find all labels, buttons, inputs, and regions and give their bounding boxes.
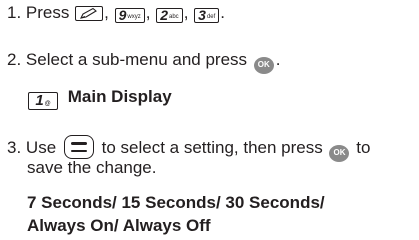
step-3-text-after: to bbox=[356, 138, 371, 157]
ok-button-icon: OK bbox=[253, 56, 274, 74]
ok-button-icon: OK bbox=[329, 144, 350, 162]
step-2-text: Select a sub-menu and press bbox=[25, 50, 248, 69]
step-3-text-before: Use bbox=[25, 138, 57, 157]
step-1-text: Press bbox=[25, 3, 70, 22]
submenu-label: Main Display bbox=[67, 87, 172, 106]
separator: . bbox=[220, 3, 226, 22]
key-1-symbol: @ bbox=[44, 101, 51, 107]
step-2: 2. Select a sub-menu and press OK. bbox=[7, 50, 281, 74]
key-9-letters: wxyz bbox=[127, 13, 141, 20]
key-3: 3 def bbox=[194, 7, 220, 23]
separator: , bbox=[145, 3, 151, 22]
key-1-number: 1 bbox=[35, 92, 44, 109]
key-9: 9 wxyz bbox=[114, 7, 145, 23]
step-3-text-middle: to select a setting, then press bbox=[101, 138, 323, 157]
step-2-number: 2. bbox=[7, 50, 22, 69]
step-3-continuation-text: save the change. bbox=[27, 158, 157, 177]
up-down-navigation-key-icon bbox=[63, 135, 94, 159]
key-3-letters: def bbox=[206, 13, 216, 20]
separator: , bbox=[104, 3, 109, 22]
options-text-2: Always On/ Always Off bbox=[27, 216, 211, 235]
key-2-number: 2 bbox=[160, 7, 168, 23]
separator: , bbox=[183, 3, 189, 22]
key-2-letters: abc bbox=[169, 13, 179, 20]
key-9-number: 9 bbox=[118, 7, 127, 23]
options-line-2: Always On/ Always Off bbox=[27, 216, 211, 236]
key-3-number: 3 bbox=[198, 7, 206, 23]
pencil-icon bbox=[80, 7, 98, 19]
submenu-item: 1 @ Main Display bbox=[27, 87, 172, 110]
step-3-number: 3. bbox=[7, 138, 22, 157]
step-3-continuation: save the change. bbox=[27, 158, 156, 178]
options-line-1: 7 Seconds/ 15 Seconds/ 30 Seconds/ bbox=[27, 193, 325, 213]
options-text-1: 7 Seconds/ 15 Seconds/ 30 Seconds/ bbox=[27, 193, 325, 212]
pencil-softkey-icon bbox=[75, 6, 104, 21]
key-2: 2 abc bbox=[156, 7, 183, 23]
step-2-end: . bbox=[275, 50, 281, 69]
step-1-number: 1. bbox=[7, 3, 22, 22]
key-1: 1 @ bbox=[28, 92, 58, 110]
step-1: 1. Press , 9 wxyz , 2 abc , 3 def . bbox=[7, 3, 225, 23]
